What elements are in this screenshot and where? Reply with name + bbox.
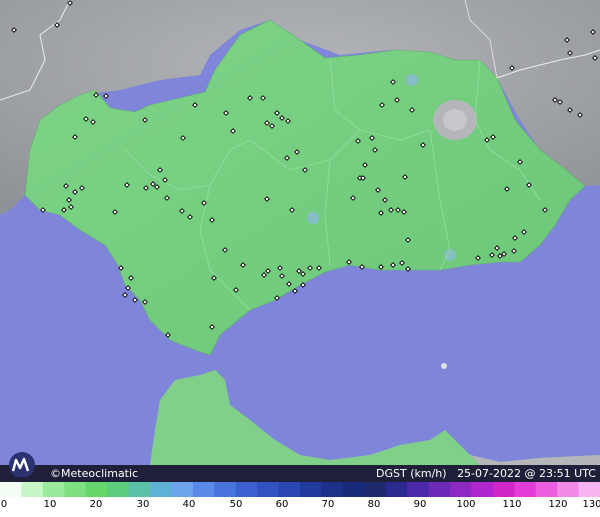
scale-tick-label: 20: [89, 499, 103, 510]
scale-swatch: [342, 482, 365, 497]
scale-swatch: [385, 482, 408, 497]
scale-swatch: [235, 482, 258, 497]
scale-swatch: [150, 482, 172, 497]
sierra-nevada-core: [443, 109, 467, 131]
scale-swatch: [257, 482, 280, 497]
meteoclimatic-logo-icon: [9, 452, 35, 477]
scale-swatch: [514, 482, 537, 497]
gust-spot: [307, 212, 319, 224]
scale-tick-label: 110: [502, 499, 522, 510]
scale-swatch: [407, 482, 430, 497]
scale-tick-label: 30: [136, 499, 150, 510]
map-footer: ©Meteoclimatic DGST (km/h) 25-07-2022 @ …: [0, 465, 600, 482]
scale-swatch: [557, 482, 580, 497]
timestamp-label: 25-07-2022 @ 23:51 UTC: [457, 467, 596, 480]
color-scale-legend: 0 10 20 30 40 50 60 70 80 90 100 110 120 130: [0, 482, 600, 517]
scale-swatch: [471, 482, 494, 497]
scale-swatch: [364, 482, 387, 497]
scale-swatch: [278, 482, 301, 497]
scale-tick-label: 10: [43, 499, 57, 510]
variable-timestamp: DGST (km/h) 25-07-2022 @ 23:51 UTC: [376, 465, 596, 482]
scale-swatch: [214, 482, 237, 497]
scale-tick-label: 120: [548, 499, 568, 510]
scale-swatch: [535, 482, 558, 497]
scale-swatch: [192, 482, 215, 497]
scale-swatch: [0, 482, 22, 497]
scale-swatch: [107, 482, 130, 497]
brand-label: ©Meteoclimatic: [50, 467, 139, 480]
scale-tick-label: 60: [275, 499, 289, 510]
scale-tick-label: 90: [413, 499, 427, 510]
gust-spot: [406, 74, 418, 86]
scale-swatch: [300, 482, 322, 497]
scale-tick-label: 130: [582, 499, 600, 510]
scale-swatch: [428, 482, 451, 497]
alboran-island: [441, 363, 447, 369]
scale-tick-label: 80: [367, 499, 381, 510]
scale-tick-label: 100: [456, 499, 476, 510]
scale-swatch: [42, 482, 65, 497]
scale-tick-label: 0: [0, 499, 8, 510]
scale-swatch: [21, 482, 44, 497]
scale-swatch: [85, 482, 108, 497]
scale-tick-label: 40: [182, 499, 196, 510]
color-scale-bar: [0, 482, 600, 497]
scale-tick-label: 50: [229, 499, 243, 510]
scale-swatch: [578, 482, 600, 497]
scale-swatch: [450, 482, 472, 497]
scale-swatch: [128, 482, 151, 497]
scale-swatch: [321, 482, 344, 497]
scale-swatch: [492, 482, 515, 497]
variable-label: DGST (km/h): [376, 467, 447, 480]
scale-tick-label: 70: [321, 499, 335, 510]
scale-swatch: [64, 482, 87, 497]
scale-swatch: [171, 482, 194, 497]
wind-gust-map: [0, 0, 600, 465]
